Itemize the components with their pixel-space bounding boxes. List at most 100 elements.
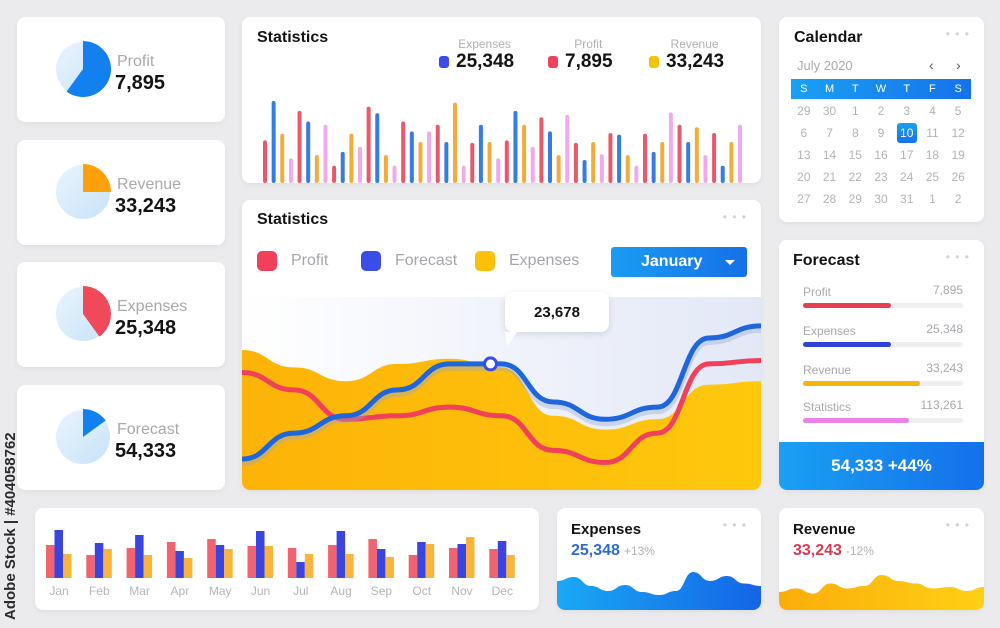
mini-bar bbox=[625, 155, 630, 183]
bar-forecast bbox=[497, 541, 507, 578]
mini-bar bbox=[487, 142, 492, 183]
calendar-day[interactable]: 6 bbox=[791, 123, 817, 143]
month-label: Oct bbox=[412, 584, 431, 598]
calendar-day[interactable]: 4 bbox=[920, 101, 946, 121]
forecast-label: Expenses bbox=[803, 324, 856, 338]
legend-label: Expenses bbox=[458, 37, 511, 51]
progress-fill bbox=[803, 381, 920, 386]
calendar-day[interactable]: 2 bbox=[868, 101, 894, 121]
card-title: Statistics bbox=[257, 29, 329, 46]
bar-expenses bbox=[63, 554, 72, 578]
forecast-label: Revenue bbox=[803, 363, 852, 377]
kpi-value: 25,348 bbox=[115, 317, 177, 339]
bar-expenses bbox=[425, 544, 435, 578]
mini-bar bbox=[548, 131, 552, 183]
calendar-day[interactable]: 31 bbox=[894, 189, 920, 209]
bar-profit bbox=[489, 549, 498, 578]
legend-value: 7,895 bbox=[565, 51, 613, 72]
chevron-left-icon[interactable]: ‹ bbox=[929, 57, 934, 73]
kpi-card-forecast[interactable]: Forecast 54,333 bbox=[17, 385, 225, 490]
bar-expenses bbox=[143, 555, 153, 578]
more-dots-icon[interactable]: • • • bbox=[946, 28, 970, 40]
more-dots-icon[interactable]: • • • bbox=[723, 211, 747, 223]
month-label: Feb bbox=[89, 584, 110, 598]
mini-bar bbox=[643, 133, 647, 183]
calendar-day[interactable]: 29 bbox=[791, 101, 817, 121]
mini-bar bbox=[668, 112, 673, 183]
mini-bar bbox=[522, 124, 527, 183]
calendar-day[interactable]: 25 bbox=[920, 167, 946, 187]
calendar-day[interactable]: 18 bbox=[920, 145, 946, 165]
calendar-day[interactable]: 8 bbox=[842, 123, 868, 143]
highlight-point bbox=[483, 356, 498, 372]
calendar-day[interactable]: 27 bbox=[791, 189, 817, 209]
legend-expenses: Expenses bbox=[475, 251, 579, 271]
mini-bar bbox=[513, 110, 518, 183]
calendar-day[interactable]: 30 bbox=[868, 189, 894, 209]
calendar-day[interactable]: 13 bbox=[791, 145, 817, 165]
mini-bar bbox=[738, 124, 742, 183]
card-title: Calendar bbox=[794, 29, 863, 46]
calendar-day[interactable]: 23 bbox=[868, 167, 894, 187]
kpi-value: 54,333 bbox=[115, 440, 177, 462]
pie-chart-icon bbox=[56, 409, 110, 464]
kpi-card-profit[interactable]: Profit 7,895 bbox=[17, 17, 225, 122]
legend-profit: Profit bbox=[257, 251, 328, 271]
calendar-day[interactable]: 15 bbox=[842, 145, 868, 165]
calendar-day[interactable]: 9 bbox=[868, 123, 894, 143]
card-title: Revenue bbox=[793, 521, 856, 538]
month-dropdown[interactable]: January bbox=[611, 247, 747, 277]
revenue-card: Revenue • • • 33,243 -12% bbox=[779, 508, 984, 610]
calendar-day[interactable]: 28 bbox=[817, 189, 843, 209]
calendar-day[interactable]: 19 bbox=[945, 145, 971, 165]
calendar-days-grid: 29 30 1 2 3 4 5 6 7 8 9 10 11 12 13 14 15 16 17 18 19 20 21 22 2… bbox=[791, 101, 971, 209]
mini-bar bbox=[427, 131, 432, 183]
calendar-day[interactable]: 16 bbox=[868, 145, 894, 165]
more-dots-icon[interactable]: • • • bbox=[946, 519, 970, 531]
mini-bar bbox=[418, 142, 423, 183]
mini-bar bbox=[461, 165, 466, 183]
mini-bar bbox=[366, 106, 371, 183]
mini-bar bbox=[539, 117, 544, 183]
bar-forecast bbox=[376, 549, 386, 578]
calendar-day[interactable]: 17 bbox=[894, 145, 920, 165]
mini-bar bbox=[375, 113, 380, 183]
pie-chart-icon bbox=[56, 164, 111, 219]
chevron-right-icon[interactable]: › bbox=[956, 57, 961, 73]
calendar-day[interactable]: 29 bbox=[842, 189, 868, 209]
calendar-day[interactable]: 5 bbox=[945, 101, 971, 121]
calendar-day[interactable]: 7 bbox=[817, 123, 843, 143]
calendar-day[interactable]: 26 bbox=[945, 167, 971, 187]
bar-forecast bbox=[336, 531, 346, 578]
weekday-label: F bbox=[929, 83, 936, 95]
month-label: Nov bbox=[451, 584, 472, 598]
kpi-card-expenses[interactable]: Expenses 25,348 bbox=[17, 262, 225, 367]
calendar-day[interactable]: 30 bbox=[817, 101, 843, 121]
kpi-card-revenue[interactable]: Revenue 33,243 bbox=[17, 140, 225, 245]
more-dots-icon[interactable]: • • • bbox=[723, 519, 747, 531]
calendar-day[interactable]: 14 bbox=[817, 145, 843, 165]
more-dots-icon[interactable]: • • • bbox=[946, 251, 970, 263]
calendar-day[interactable]: 3 bbox=[894, 101, 920, 121]
calendar-day[interactable]: 1 bbox=[842, 101, 868, 121]
calendar-day[interactable]: 22 bbox=[842, 167, 868, 187]
mini-bar bbox=[720, 165, 725, 183]
calendar-day[interactable]: 2 bbox=[945, 189, 971, 209]
mini-bar bbox=[323, 124, 328, 183]
mini-bar bbox=[651, 151, 656, 183]
calendar-day[interactable]: 12 bbox=[945, 123, 971, 143]
forecast-label: Statistics bbox=[803, 400, 852, 414]
calendar-day-selected[interactable]: 10 bbox=[896, 123, 917, 143]
weekday-label: T bbox=[851, 83, 859, 95]
calendar-day[interactable]: 1 bbox=[920, 189, 946, 209]
calendar-day[interactable]: 20 bbox=[791, 167, 817, 187]
mini-bar bbox=[349, 133, 354, 183]
month-label: May bbox=[209, 584, 232, 598]
calendar-day[interactable]: 11 bbox=[920, 123, 946, 143]
bar-profit bbox=[46, 545, 55, 578]
calendar-day[interactable]: 24 bbox=[894, 167, 920, 187]
calendar-day[interactable]: 21 bbox=[817, 167, 843, 187]
progress-fill bbox=[803, 342, 891, 347]
forecast-value: 7,895 bbox=[932, 283, 963, 297]
weekday-label: T bbox=[903, 83, 911, 95]
